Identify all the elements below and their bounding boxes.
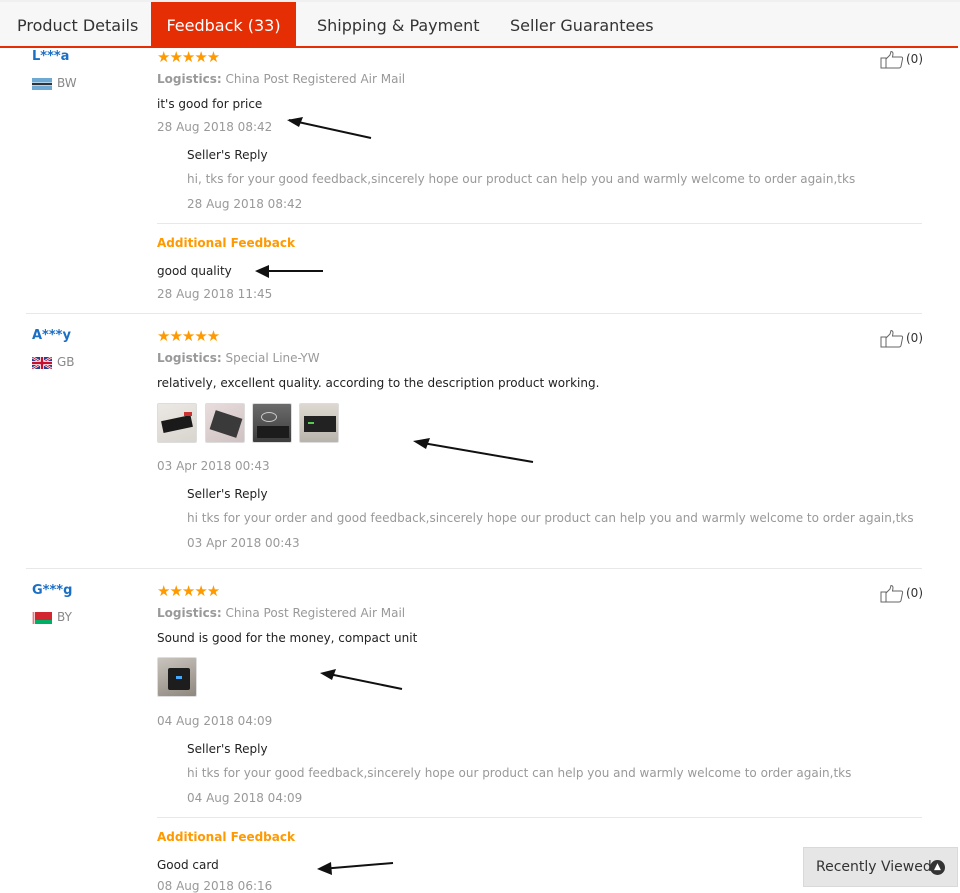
logistics-info: Logistics: Special Line-YW [157, 351, 320, 365]
thumbs-up-icon [880, 329, 904, 348]
arrow-annotation-icon [287, 117, 372, 139]
arrow-annotation-icon [255, 265, 323, 278]
seller-reply-title: Seller's Reply [187, 742, 268, 756]
logistics-info: Logistics: China Post Registered Air Mai… [157, 606, 405, 620]
review-divider [26, 568, 922, 569]
seller-reply-date: 03 Apr 2018 00:43 [187, 536, 300, 550]
recently-viewed-button[interactable]: Recently Viewed ▲ [803, 847, 958, 887]
flag-by-icon [32, 612, 52, 624]
country-code: GB [57, 355, 75, 369]
review-photo-thumbnail[interactable] [252, 403, 292, 443]
logistics-label: Logistics: [157, 72, 222, 86]
star-rating: ★★★★★ [157, 582, 220, 600]
additional-feedback-title: Additional Feedback [157, 236, 295, 250]
seller-reply-title: Seller's Reply [187, 148, 268, 162]
recently-viewed-label: Recently Viewed [816, 859, 932, 875]
helpful-button[interactable]: (0) [880, 584, 923, 603]
logistics-info: Logistics: China Post Registered Air Mai… [157, 72, 405, 86]
flag-bw-icon [32, 78, 52, 90]
helpful-button[interactable]: (0) [880, 329, 923, 348]
review-date: 03 Apr 2018 00:43 [157, 459, 270, 473]
star-rating: ★★★★★ [157, 48, 220, 66]
helpful-count: (0) [906, 586, 923, 600]
flag-gb-icon [32, 357, 52, 369]
additional-feedback-title: Additional Feedback [157, 830, 295, 844]
tab-shipping-payment[interactable]: Shipping & Payment [317, 4, 480, 48]
additional-feedback-text: Good card [157, 858, 219, 872]
tab-seller-guarantees[interactable]: Seller Guarantees [510, 4, 654, 48]
tab-product-details[interactable]: Product Details [17, 4, 138, 48]
seller-reply-text: hi, tks for your good feedback,sincerely… [187, 172, 856, 186]
helpful-count: (0) [906, 331, 923, 345]
logistics-value: Special Line-YW [225, 351, 320, 365]
country-code: BW [57, 76, 77, 90]
review-text: it's good for price [157, 97, 263, 111]
divider [157, 223, 922, 224]
tab-feedback[interactable]: Feedback (33) [151, 2, 296, 48]
country-code: BY [57, 610, 72, 624]
tab-bar: Product Details Feedback (33) Shipping &… [0, 0, 960, 48]
arrow-annotation-icon [413, 438, 534, 463]
reviewer-name[interactable]: A***y [32, 328, 71, 343]
seller-reply-text: hi tks for your order and good feedback,… [187, 511, 914, 525]
seller-reply-text: hi tks for your good feedback,sincerely … [187, 766, 852, 780]
logistics-label: Logistics: [157, 351, 222, 365]
seller-reply-date: 28 Aug 2018 08:42 [187, 197, 303, 211]
additional-feedback-text: good quality [157, 264, 232, 278]
reviewer-name[interactable]: L***a [32, 49, 69, 64]
seller-reply-date: 04 Aug 2018 04:09 [187, 791, 303, 805]
review-photo-thumbnail[interactable] [157, 657, 197, 697]
tab-underline [0, 46, 958, 48]
review-divider [26, 313, 922, 314]
reviewer-name[interactable]: G***g [32, 583, 72, 598]
helpful-button[interactable]: (0) [880, 50, 923, 69]
chevron-up-icon: ▲ [930, 860, 945, 875]
divider [157, 817, 922, 818]
review-text: relatively, excellent quality. according… [157, 376, 600, 390]
thumbs-up-icon [880, 50, 904, 69]
review-text: Sound is good for the money, compact uni… [157, 631, 418, 645]
review-photo-thumbnail[interactable] [157, 403, 197, 443]
logistics-value: China Post Registered Air Mail [225, 72, 406, 86]
thumbs-up-icon [880, 584, 904, 603]
review-photo-thumbnail[interactable] [299, 403, 339, 443]
additional-feedback-date: 28 Aug 2018 11:45 [157, 287, 273, 301]
review-photo-thumbnail[interactable] [205, 403, 245, 443]
seller-reply-title: Seller's Reply [187, 487, 268, 501]
arrow-annotation-icon [317, 862, 394, 875]
helpful-count: (0) [906, 52, 923, 66]
logistics-label: Logistics: [157, 606, 222, 620]
logistics-value: China Post Registered Air Mail [225, 606, 406, 620]
review-date: 04 Aug 2018 04:09 [157, 714, 273, 728]
arrow-annotation-icon [320, 669, 403, 690]
star-rating: ★★★★★ [157, 327, 220, 345]
review-date: 28 Aug 2018 08:42 [157, 120, 273, 134]
